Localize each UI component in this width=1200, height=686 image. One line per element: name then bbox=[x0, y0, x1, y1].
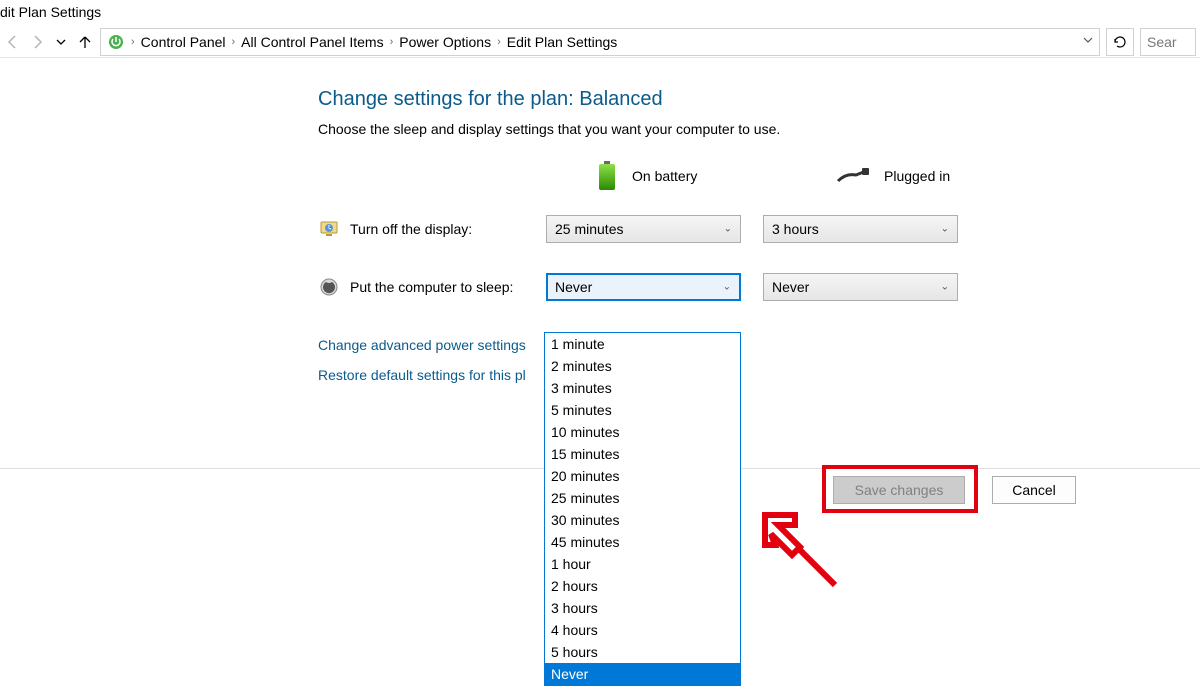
dropdown-option[interactable]: 4 hours bbox=[545, 619, 740, 641]
dropdown-option[interactable]: 3 hours bbox=[545, 597, 740, 619]
breadcrumb[interactable]: › Control Panel › All Control Panel Item… bbox=[100, 28, 1100, 56]
select-value: Never bbox=[772, 279, 809, 295]
display-plugged-select[interactable]: 3 hours ⌄ bbox=[763, 215, 958, 243]
nav-bar: › Control Panel › All Control Panel Item… bbox=[0, 26, 1200, 58]
chevron-down-icon: ⌄ bbox=[941, 224, 949, 235]
chevron-down-icon: ⌄ bbox=[941, 282, 949, 293]
row-label: Put the computer to sleep: bbox=[350, 279, 546, 295]
chevron-down-icon[interactable] bbox=[1083, 35, 1093, 48]
breadcrumb-item[interactable]: All Control Panel Items bbox=[241, 34, 383, 50]
battery-icon bbox=[596, 161, 618, 191]
select-value: 3 hours bbox=[772, 221, 819, 237]
save-changes-button[interactable]: Save changes bbox=[833, 476, 965, 504]
search-input[interactable]: Sear bbox=[1140, 28, 1196, 56]
dropdown-option[interactable]: 1 hour bbox=[545, 553, 740, 575]
window-title: dit Plan Settings bbox=[0, 0, 1200, 26]
sleep-plugged-select[interactable]: Never ⌄ bbox=[763, 273, 958, 301]
restore-defaults-link[interactable]: Restore default settings for this pl bbox=[318, 367, 526, 383]
dropdown-option[interactable]: 1 minute bbox=[545, 333, 740, 355]
row-sleep: Put the computer to sleep: Never ⌄ Never… bbox=[318, 273, 1200, 301]
cancel-button[interactable]: Cancel bbox=[992, 476, 1076, 504]
nav-forward-button[interactable] bbox=[28, 33, 46, 51]
chevron-right-icon: › bbox=[232, 36, 236, 48]
chevron-right-icon: › bbox=[390, 36, 394, 48]
page-subtitle: Choose the sleep and display settings th… bbox=[318, 121, 1200, 137]
change-advanced-link[interactable]: Change advanced power settings bbox=[318, 337, 526, 353]
dropdown-option[interactable]: Never bbox=[545, 663, 740, 685]
power-options-icon bbox=[107, 33, 125, 51]
search-placeholder: Sear bbox=[1147, 34, 1177, 50]
dropdown-option[interactable]: 45 minutes bbox=[545, 531, 740, 553]
column-label: Plugged in bbox=[884, 168, 950, 184]
dropdown-option[interactable]: 30 minutes bbox=[545, 509, 740, 531]
breadcrumb-item[interactable]: Power Options bbox=[399, 34, 491, 50]
plug-icon bbox=[836, 167, 870, 185]
row-label: Turn off the display: bbox=[350, 221, 546, 237]
chevron-down-icon: ⌄ bbox=[724, 224, 732, 235]
chevron-down-icon: ⌄ bbox=[723, 282, 731, 293]
dropdown-option[interactable]: 15 minutes bbox=[545, 443, 740, 465]
sleep-battery-dropdown-list[interactable]: 1 minute2 minutes3 minutes5 minutes10 mi… bbox=[544, 332, 741, 686]
breadcrumb-item[interactable]: Edit Plan Settings bbox=[507, 34, 618, 50]
row-turn-off-display: Turn off the display: 25 minutes ⌄ 3 hou… bbox=[318, 215, 1200, 243]
refresh-button[interactable] bbox=[1106, 28, 1134, 56]
dropdown-option[interactable]: 3 minutes bbox=[545, 377, 740, 399]
nav-up-button[interactable] bbox=[76, 33, 94, 51]
nav-back-button[interactable] bbox=[4, 33, 22, 51]
annotation-arrow bbox=[740, 490, 850, 603]
dropdown-option[interactable]: 2 minutes bbox=[545, 355, 740, 377]
select-value: 25 minutes bbox=[555, 221, 623, 237]
dropdown-option[interactable]: 5 hours bbox=[545, 641, 740, 663]
dropdown-option[interactable]: 20 minutes bbox=[545, 465, 740, 487]
sleep-icon bbox=[318, 276, 340, 298]
display-battery-select[interactable]: 25 minutes ⌄ bbox=[546, 215, 741, 243]
page-title: Change settings for the plan: Balanced bbox=[318, 88, 1200, 111]
nav-recent-button[interactable] bbox=[52, 33, 70, 51]
select-value: Never bbox=[555, 279, 592, 295]
display-icon bbox=[318, 218, 340, 240]
dropdown-option[interactable]: 25 minutes bbox=[545, 487, 740, 509]
sleep-battery-select[interactable]: Never ⌄ bbox=[546, 273, 741, 301]
column-header-plugged: Plugged in bbox=[836, 161, 1036, 191]
column-header-battery: On battery bbox=[546, 161, 746, 191]
breadcrumb-item[interactable]: Control Panel bbox=[141, 34, 226, 50]
column-label: On battery bbox=[632, 168, 697, 184]
dropdown-option[interactable]: 5 minutes bbox=[545, 399, 740, 421]
dropdown-option[interactable]: 2 hours bbox=[545, 575, 740, 597]
dropdown-option[interactable]: 10 minutes bbox=[545, 421, 740, 443]
chevron-right-icon: › bbox=[497, 36, 501, 48]
chevron-right-icon: › bbox=[131, 36, 135, 48]
